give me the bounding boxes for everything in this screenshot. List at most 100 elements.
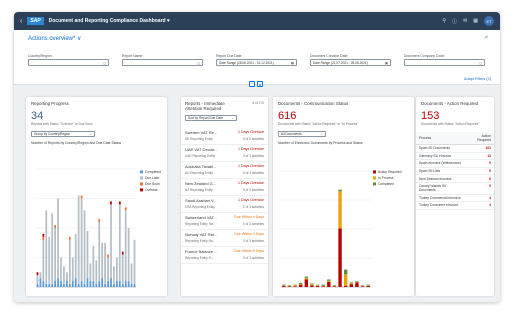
bar-segment[interactable] [332, 285, 337, 286]
bar-segment[interactable] [80, 195, 83, 199]
bar-segment[interactable] [107, 254, 109, 258]
search-icon[interactable]: ⚲ [442, 18, 446, 24]
list-item[interactable]: Norway VAT Ret... Reporting Entity No... D… [181, 230, 268, 247]
reports-by-country-chart[interactable]: Completed Due Later Due Soon Overdue [26, 161, 167, 296]
bar-segment[interactable] [42, 281, 45, 287]
bar-segment[interactable] [124, 207, 127, 211]
bar-segment[interactable] [121, 284, 124, 287]
bar-segment[interactable] [360, 286, 365, 287]
bar-segment[interactable] [36, 275, 39, 285]
bar-segment[interactable] [60, 281, 62, 287]
bar-segment[interactable] [344, 285, 348, 287]
bar-segment[interactable] [315, 285, 320, 286]
bar-segment[interactable] [366, 285, 370, 286]
bar-segment[interactable] [118, 281, 121, 287]
bar-segment[interactable] [282, 284, 286, 286]
bar-segment[interactable] [71, 281, 74, 287]
bar-segment[interactable] [54, 281, 56, 287]
calendar-icon[interactable]: ▦ [291, 61, 294, 65]
bar-segment[interactable] [45, 210, 48, 285]
bar-segment[interactable] [54, 225, 56, 228]
bar-segment[interactable] [77, 195, 80, 285]
collapse-header-icon[interactable]: ⌃ [249, 81, 255, 87]
bar-segment[interactable] [360, 285, 365, 286]
bar-segment[interactable] [332, 286, 337, 287]
bar-segment[interactable] [36, 272, 39, 276]
bar-segment[interactable] [98, 219, 101, 223]
bar-segment[interactable] [304, 277, 308, 280]
bar-segment[interactable] [118, 201, 121, 205]
list-item[interactable]: UAE VAT Declar... UAE Reporting Entity 1 D… [181, 145, 268, 162]
bar-segment[interactable] [107, 257, 109, 282]
bar-segment[interactable] [66, 281, 68, 287]
bar-segment[interactable] [130, 284, 133, 287]
adapt-filters-link[interactable]: Adapt Filters (2) [464, 77, 491, 81]
bar-segment[interactable] [118, 204, 121, 282]
app-title[interactable]: Document and Reporting Compliance Dashbo… [49, 18, 170, 24]
bar-segment[interactable] [355, 281, 359, 283]
bar-segment[interactable] [310, 283, 314, 285]
filter-input[interactable]: Date Range (28.06.2021 - 31.12.2021) ▦ [216, 59, 297, 66]
bar-segment[interactable] [89, 263, 92, 282]
bar-segment[interactable] [327, 279, 331, 281]
bar-segment[interactable] [95, 260, 98, 285]
bar-segment[interactable] [48, 236, 51, 285]
bar-segment[interactable] [74, 278, 77, 287]
bar-segment[interactable] [80, 281, 83, 287]
list-item[interactable]: New Zealand G... NZ Reporting Entity 1 Day… [181, 179, 268, 196]
bar-segment[interactable] [304, 276, 308, 278]
bar-segment[interactable] [344, 274, 348, 286]
bar-segment[interactable] [39, 278, 42, 287]
bar-segment[interactable] [124, 210, 127, 282]
bar-segment[interactable] [310, 284, 314, 286]
variant-selector[interactable]: Actions overview* ∨ [28, 35, 81, 42]
bar-segment[interactable] [101, 242, 104, 279]
table-row[interactable]: New Zealand eInvoice 8 [416, 174, 494, 183]
table-row[interactable]: Turkey Consumer eInvoice 4 [416, 201, 494, 210]
card-title[interactable]: Reporting Progress [31, 101, 162, 106]
bar-segment[interactable] [98, 222, 101, 282]
bar-segment[interactable] [36, 284, 39, 287]
bar-segment[interactable] [107, 281, 109, 287]
bar-segment[interactable] [327, 280, 331, 282]
bar-segment[interactable] [63, 284, 65, 287]
bar-segment[interactable] [121, 254, 124, 285]
bar-segment[interactable] [57, 198, 59, 279]
bar-segment[interactable] [54, 228, 56, 282]
filter-input[interactable]: ◻ [404, 59, 485, 66]
bar-segment[interactable] [104, 284, 106, 287]
bar-segment[interactable] [60, 257, 62, 282]
bar-segment[interactable] [344, 269, 348, 275]
bar-segment[interactable] [349, 282, 353, 283]
bar-segment[interactable] [110, 278, 112, 287]
bar-segment[interactable] [110, 201, 112, 205]
bar-segment[interactable] [293, 285, 297, 287]
bar-segment[interactable] [293, 286, 297, 287]
bar-segment[interactable] [57, 278, 59, 287]
bar-segment[interactable] [304, 279, 308, 287]
bar-segment[interactable] [39, 272, 42, 279]
bar-segment[interactable] [299, 282, 303, 285]
sort-select[interactable]: Sort by Report Due Date ⌄ [185, 115, 237, 121]
bar-segment[interactable] [42, 236, 45, 240]
bar-segment[interactable] [366, 285, 370, 287]
bar-segment[interactable] [101, 278, 104, 287]
table-row[interactable]: Germany EU eInvoice 13 [416, 152, 494, 161]
bar-segment[interactable] [92, 281, 95, 287]
list-item[interactable]: Australia Taxabl... AU Reporting Entity 1 … [181, 162, 268, 179]
bar-segment[interactable] [68, 284, 71, 287]
bar-segment[interactable] [127, 281, 130, 287]
bar-segment[interactable] [113, 266, 115, 285]
bar-segment[interactable] [68, 236, 71, 240]
bar-segment[interactable] [287, 285, 292, 287]
bar-segment[interactable] [321, 284, 325, 286]
bar-segment[interactable] [80, 198, 83, 282]
filter-input[interactable]: ◻ [122, 59, 203, 66]
bar-segment[interactable] [77, 284, 80, 287]
bar-segment[interactable] [51, 213, 54, 285]
bar-segment[interactable] [121, 251, 124, 255]
bar-segment[interactable] [338, 228, 342, 287]
bar-segment[interactable] [68, 239, 71, 285]
bar-segment[interactable] [282, 285, 286, 287]
bar-segment[interactable] [133, 239, 136, 285]
